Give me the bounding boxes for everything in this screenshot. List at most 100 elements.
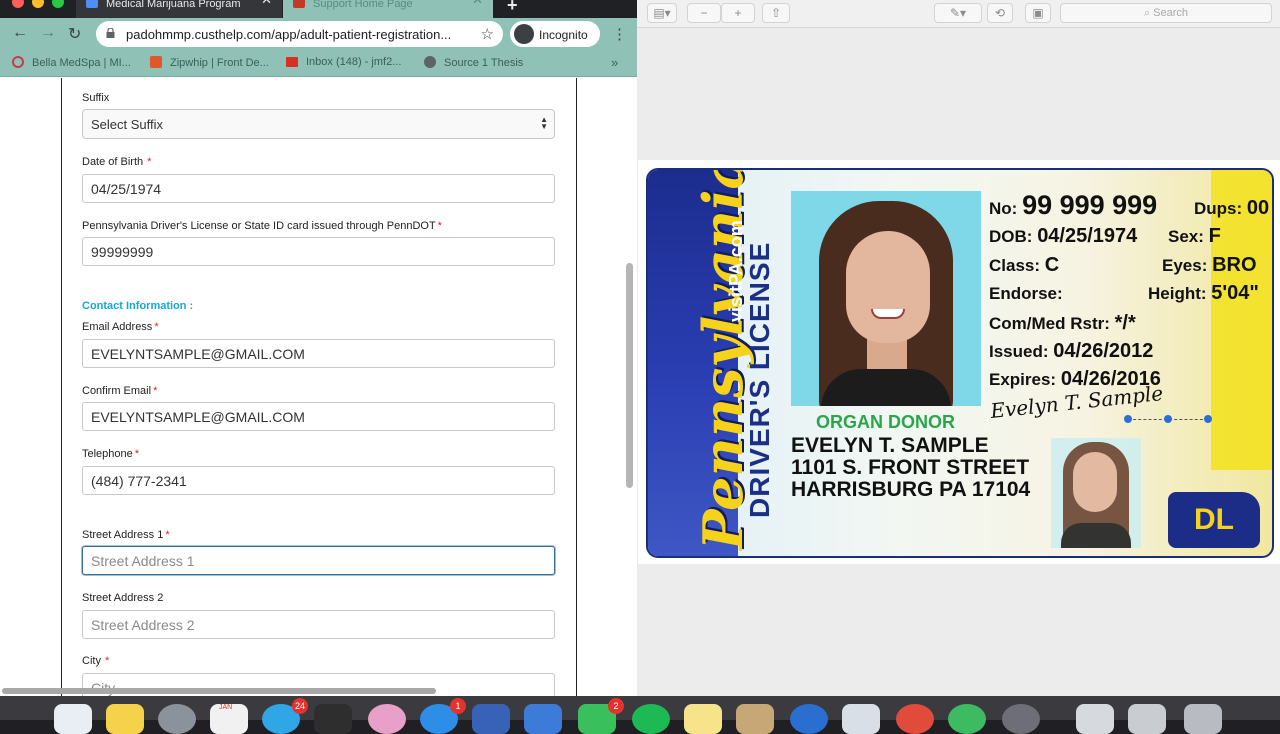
reload-icon[interactable]: ↻ — [68, 24, 81, 44]
street1-label: Street Address 1 * — [82, 529, 170, 541]
tab-label: Medical Marijuana Program — [106, 0, 241, 10]
email-label-text: Email Address — [82, 321, 153, 333]
calendar-month: JAN — [219, 704, 233, 711]
bookmark-star-icon[interactable]: ☆ — [481, 25, 494, 43]
sex-line: Sex: F — [1168, 225, 1221, 248]
license-image: Pennsylvania visitPA.com DRIVER'S LICENS… — [638, 160, 1280, 564]
notes-icon[interactable] — [106, 704, 144, 734]
street-address-1-input[interactable] — [82, 546, 555, 575]
bookmark-label: Inbox (148) - jmf2... — [306, 56, 402, 68]
tab-label: Support Home Page — [313, 0, 413, 10]
confirm-email-label-text: Confirm Email — [82, 385, 152, 397]
tab-favicon-icon — [293, 0, 305, 8]
select-arrows-icon: ▲ ▼ — [540, 115, 548, 131]
telephone-input[interactable] — [82, 466, 555, 495]
no-label: No: — [989, 199, 1018, 218]
tab-close-icon[interactable]: ✕ — [261, 0, 272, 6]
class-value: C — [1044, 254, 1060, 276]
bookmark-gmail[interactable]: Inbox (148) - jmf2... — [286, 56, 401, 68]
bookmarks-bar: Bella MedSpa | MI... Zipwhip | Front De.… — [0, 50, 637, 77]
spotify-icon[interactable] — [632, 704, 670, 734]
email-input[interactable] — [82, 339, 555, 368]
incognito-icon — [514, 24, 534, 44]
zoom-window-button[interactable] — [52, 0, 64, 8]
restr-value: */* — [1114, 312, 1136, 334]
suffix-value: Select Suffix — [91, 117, 164, 132]
bookmark-source1[interactable]: Source 1 Thesis — [424, 56, 523, 69]
suffix-select[interactable]: Select Suffix ▲ ▼ — [82, 109, 555, 139]
address-bar[interactable]: padohmmp.custhelp.com/app/adult-patient-… — [96, 21, 503, 47]
minimize-window-button[interactable] — [32, 0, 44, 8]
license-address-1: 1101 S. FRONT STREET — [791, 456, 1030, 479]
license-label: Pennsylvania Driver's License or State I… — [82, 220, 442, 232]
selection-handle[interactable] — [1124, 415, 1132, 423]
tab-support-home[interactable]: Support Home Page ✕ — [283, 0, 493, 18]
incognito-indicator[interactable]: Incognito — [510, 21, 600, 47]
new-tab-button[interactable]: + — [507, 0, 518, 16]
mail-icon[interactable] — [524, 704, 562, 734]
preview-icon[interactable] — [736, 704, 774, 734]
license-number-input[interactable] — [82, 237, 555, 266]
url-text: padohmmp.custhelp.com/app/adult-patient-… — [126, 27, 452, 42]
dob-label: Date of Birth * — [82, 156, 151, 168]
issued-label: Issued: — [989, 342, 1049, 361]
eyes-value: BRO — [1212, 254, 1257, 276]
dob-input[interactable] — [82, 174, 555, 203]
zoom-out-icon[interactable]: − — [687, 3, 721, 23]
registration-form: Suffix Select Suffix ▲▼ Date of Birth* P… — [61, 78, 577, 696]
share-icon[interactable]: ⇧ — [762, 3, 790, 23]
suffix-label: Suffix — [82, 92, 110, 104]
close-window-button[interactable] — [12, 0, 24, 8]
safari-icon[interactable] — [158, 704, 196, 734]
chrome-green-icon[interactable] — [948, 704, 986, 734]
finder-icon[interactable] — [54, 704, 92, 734]
calendar-icon[interactable]: JAN — [210, 704, 248, 734]
confirm-email-input[interactable] — [82, 402, 555, 431]
app-icon[interactable] — [1002, 704, 1040, 734]
preview-search-field[interactable]: ⌕ Search — [1060, 3, 1272, 23]
markup-pen-icon[interactable]: ✎▾ — [934, 3, 982, 23]
tab-medical-marijuana[interactable]: Medical Marijuana Program ✕ — [76, 0, 282, 18]
textedit-icon[interactable] — [842, 704, 880, 734]
activity-monitor-icon[interactable] — [314, 704, 352, 734]
dups-label: Dups: — [1194, 199, 1243, 218]
zoom-in-icon[interactable]: + — [721, 3, 755, 23]
word-icon[interactable] — [472, 704, 510, 734]
outlook-icon[interactable] — [790, 704, 828, 734]
dups-line: Dups: 00 — [1194, 197, 1269, 220]
city-label: City * — [82, 655, 109, 667]
bookmarks-overflow-icon[interactable]: » — [611, 55, 618, 70]
back-arrow-icon[interactable]: ← — [12, 24, 28, 42]
toolbox-icon[interactable]: ▣ — [1025, 3, 1051, 23]
license-name: EVELYN T. SAMPLE — [791, 434, 989, 457]
trash-icon[interactable] — [1184, 704, 1222, 734]
vertical-scrollbar[interactable] — [626, 263, 633, 488]
menu-kebab-icon[interactable]: ⋮ — [612, 25, 627, 43]
height-value: 5'04" — [1211, 282, 1259, 304]
dob-label-text: Date of Birth — [82, 156, 144, 168]
bookmark-bella[interactable]: Bella MedSpa | MI... — [12, 56, 131, 69]
expires-label: Expires: — [989, 370, 1057, 389]
sidebar-toggle-icon[interactable]: ▤▾ — [647, 3, 677, 23]
selection-handle[interactable] — [1204, 415, 1212, 423]
street-address-2-input[interactable] — [82, 610, 555, 639]
rotate-icon[interactable]: ⟲ — [987, 3, 1013, 23]
required-mark: * — [104, 655, 110, 667]
chrome-icon[interactable] — [896, 704, 934, 734]
horizontal-scrollbar[interactable] — [2, 688, 436, 694]
incognito-label: Incognito — [539, 28, 588, 42]
selection-handle[interactable] — [1164, 415, 1172, 423]
forward-arrow-icon[interactable]: → — [40, 24, 56, 42]
drivers-license-card: Pennsylvania visitPA.com DRIVER'S LICENS… — [646, 168, 1274, 558]
bookmark-label: Zipwhip | Front De... — [170, 57, 269, 69]
photos-icon[interactable] — [368, 704, 406, 734]
stickies-icon[interactable] — [684, 704, 722, 734]
no-value: 99 999 999 — [1022, 190, 1158, 220]
documents-stack-icon[interactable] — [1128, 704, 1166, 734]
bookmark-zipwhip[interactable]: Zipwhip | Front De... — [150, 56, 269, 69]
email-label: Email Address * — [82, 321, 159, 333]
downloads-stack-icon[interactable] — [1076, 704, 1114, 734]
tab-close-icon[interactable]: ✕ — [472, 0, 483, 6]
required-mark: * — [165, 529, 170, 541]
notification-badge: 24 — [292, 698, 308, 714]
